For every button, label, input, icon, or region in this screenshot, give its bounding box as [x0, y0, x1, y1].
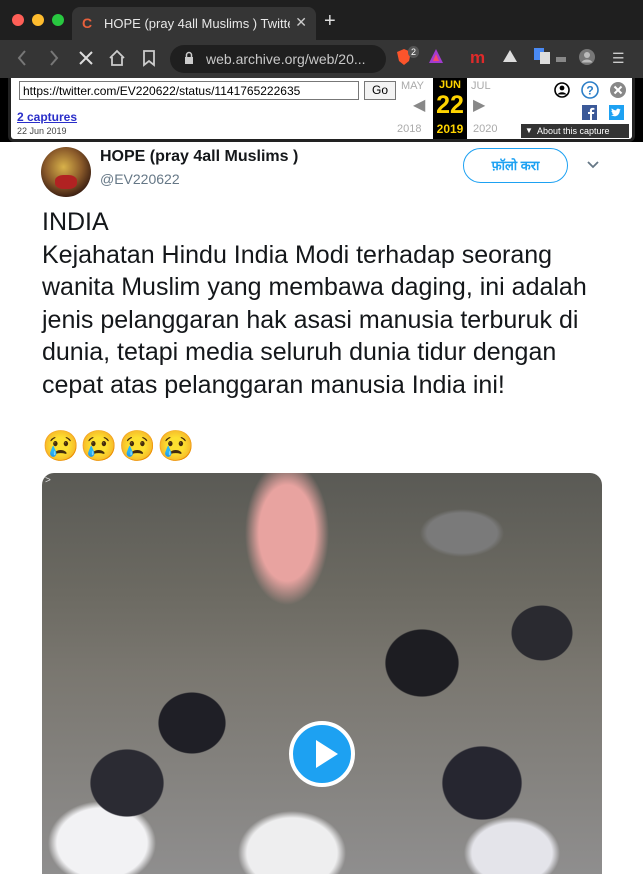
captures-link[interactable]: 2 captures — [17, 110, 77, 124]
next-capture-arrow-icon[interactable]: ▶ — [473, 95, 485, 115]
wayback-banner: Go 2 captures 22 Jun 2019 MAY ◀ 2018 JUN… — [8, 78, 635, 142]
browser-tab-bar: C HOPE (pray 4all Muslims ) Twitter ✕ + — [0, 0, 643, 40]
new-tab-button[interactable]: + — [324, 10, 336, 33]
lock-icon — [184, 51, 194, 65]
next-year-label[interactable]: 2020 — [473, 123, 497, 135]
tweet-text: INDIA Kejahatan Hindu India Modi terhada… — [42, 208, 587, 399]
wayback-go-button[interactable]: Go — [364, 81, 396, 100]
translate-icon[interactable] — [534, 48, 550, 69]
follow-button[interactable]: फ़ॉलो करा — [463, 148, 568, 183]
stop-loading-icon[interactable] — [78, 49, 94, 73]
display-name[interactable]: HOPE (pray 4all Muslims ) — [100, 148, 298, 166]
close-banner-icon[interactable] — [609, 81, 627, 102]
extension-tray-icon[interactable] — [555, 48, 567, 69]
current-capture-date: JUN 22 2019 — [433, 78, 467, 139]
brave-rewards-icon[interactable] — [428, 48, 444, 69]
capture-date-range: 22 Jun 2019 — [17, 126, 67, 136]
current-day: 22 — [436, 91, 464, 119]
brave-shield-count: 2 — [408, 46, 420, 58]
user-handle[interactable]: @EV220622 — [100, 171, 180, 187]
prev-capture-arrow-icon[interactable]: ◀ — [413, 95, 425, 115]
dropdown-triangle-icon: ▼ — [525, 126, 533, 135]
menu-icon[interactable]: ☰ — [612, 48, 625, 68]
minimize-window-button[interactable] — [32, 14, 44, 26]
loading-favicon-icon: C — [82, 15, 93, 31]
avatar-detail — [55, 175, 77, 189]
forward-icon[interactable] — [48, 49, 60, 73]
chevron-down-icon[interactable] — [586, 158, 600, 173]
extension-mountain-icon[interactable] — [502, 48, 518, 69]
wayback-url-input[interactable] — [19, 81, 359, 100]
prev-year-label[interactable]: 2018 — [397, 123, 421, 135]
profile-avatar-icon[interactable] — [578, 48, 596, 71]
video-player[interactable]: > — [42, 473, 602, 874]
svg-text:?: ? — [586, 84, 593, 98]
facebook-share-icon[interactable] — [582, 105, 597, 123]
back-icon[interactable] — [16, 49, 28, 73]
browser-toolbar: web.archive.org/web/20... 2 m ☰ — [0, 40, 643, 78]
tab-close-button[interactable]: ✕ — [295, 14, 307, 31]
about-capture-button[interactable]: ▼ About this capture — [521, 124, 629, 138]
play-button[interactable] — [289, 721, 355, 787]
address-bar[interactable]: web.archive.org/web/20... — [170, 45, 386, 73]
video-corner-label: > — [45, 475, 51, 486]
current-year: 2019 — [436, 122, 464, 136]
avatar[interactable] — [41, 147, 91, 197]
prev-month-label[interactable]: MAY — [401, 80, 424, 92]
play-icon — [316, 740, 338, 768]
tab-title: HOPE (pray 4all Muslims ) Twitter — [104, 16, 290, 31]
help-icon[interactable]: ? — [581, 81, 599, 102]
url-text: web.archive.org/web/20... — [206, 51, 366, 67]
twitter-share-icon[interactable] — [609, 105, 624, 123]
browser-tab[interactable]: C HOPE (pray 4all Muslims ) Twitter ✕ — [72, 7, 316, 40]
current-month: JUN — [438, 79, 461, 91]
account-icon[interactable] — [554, 82, 570, 101]
maximize-window-button[interactable] — [52, 14, 64, 26]
home-icon[interactable] — [108, 49, 126, 73]
extension-m-icon[interactable]: m — [470, 48, 485, 68]
crying-emoji-row: 😢😢😢😢 — [42, 430, 196, 463]
close-window-button[interactable] — [12, 14, 24, 26]
tweet-page: HOPE (pray 4all Muslims ) @EV220622 फ़ॉल… — [0, 142, 643, 874]
about-capture-label: About this capture — [537, 126, 610, 136]
next-month-label[interactable]: JUL — [471, 80, 491, 92]
bookmark-icon[interactable] — [142, 49, 156, 73]
